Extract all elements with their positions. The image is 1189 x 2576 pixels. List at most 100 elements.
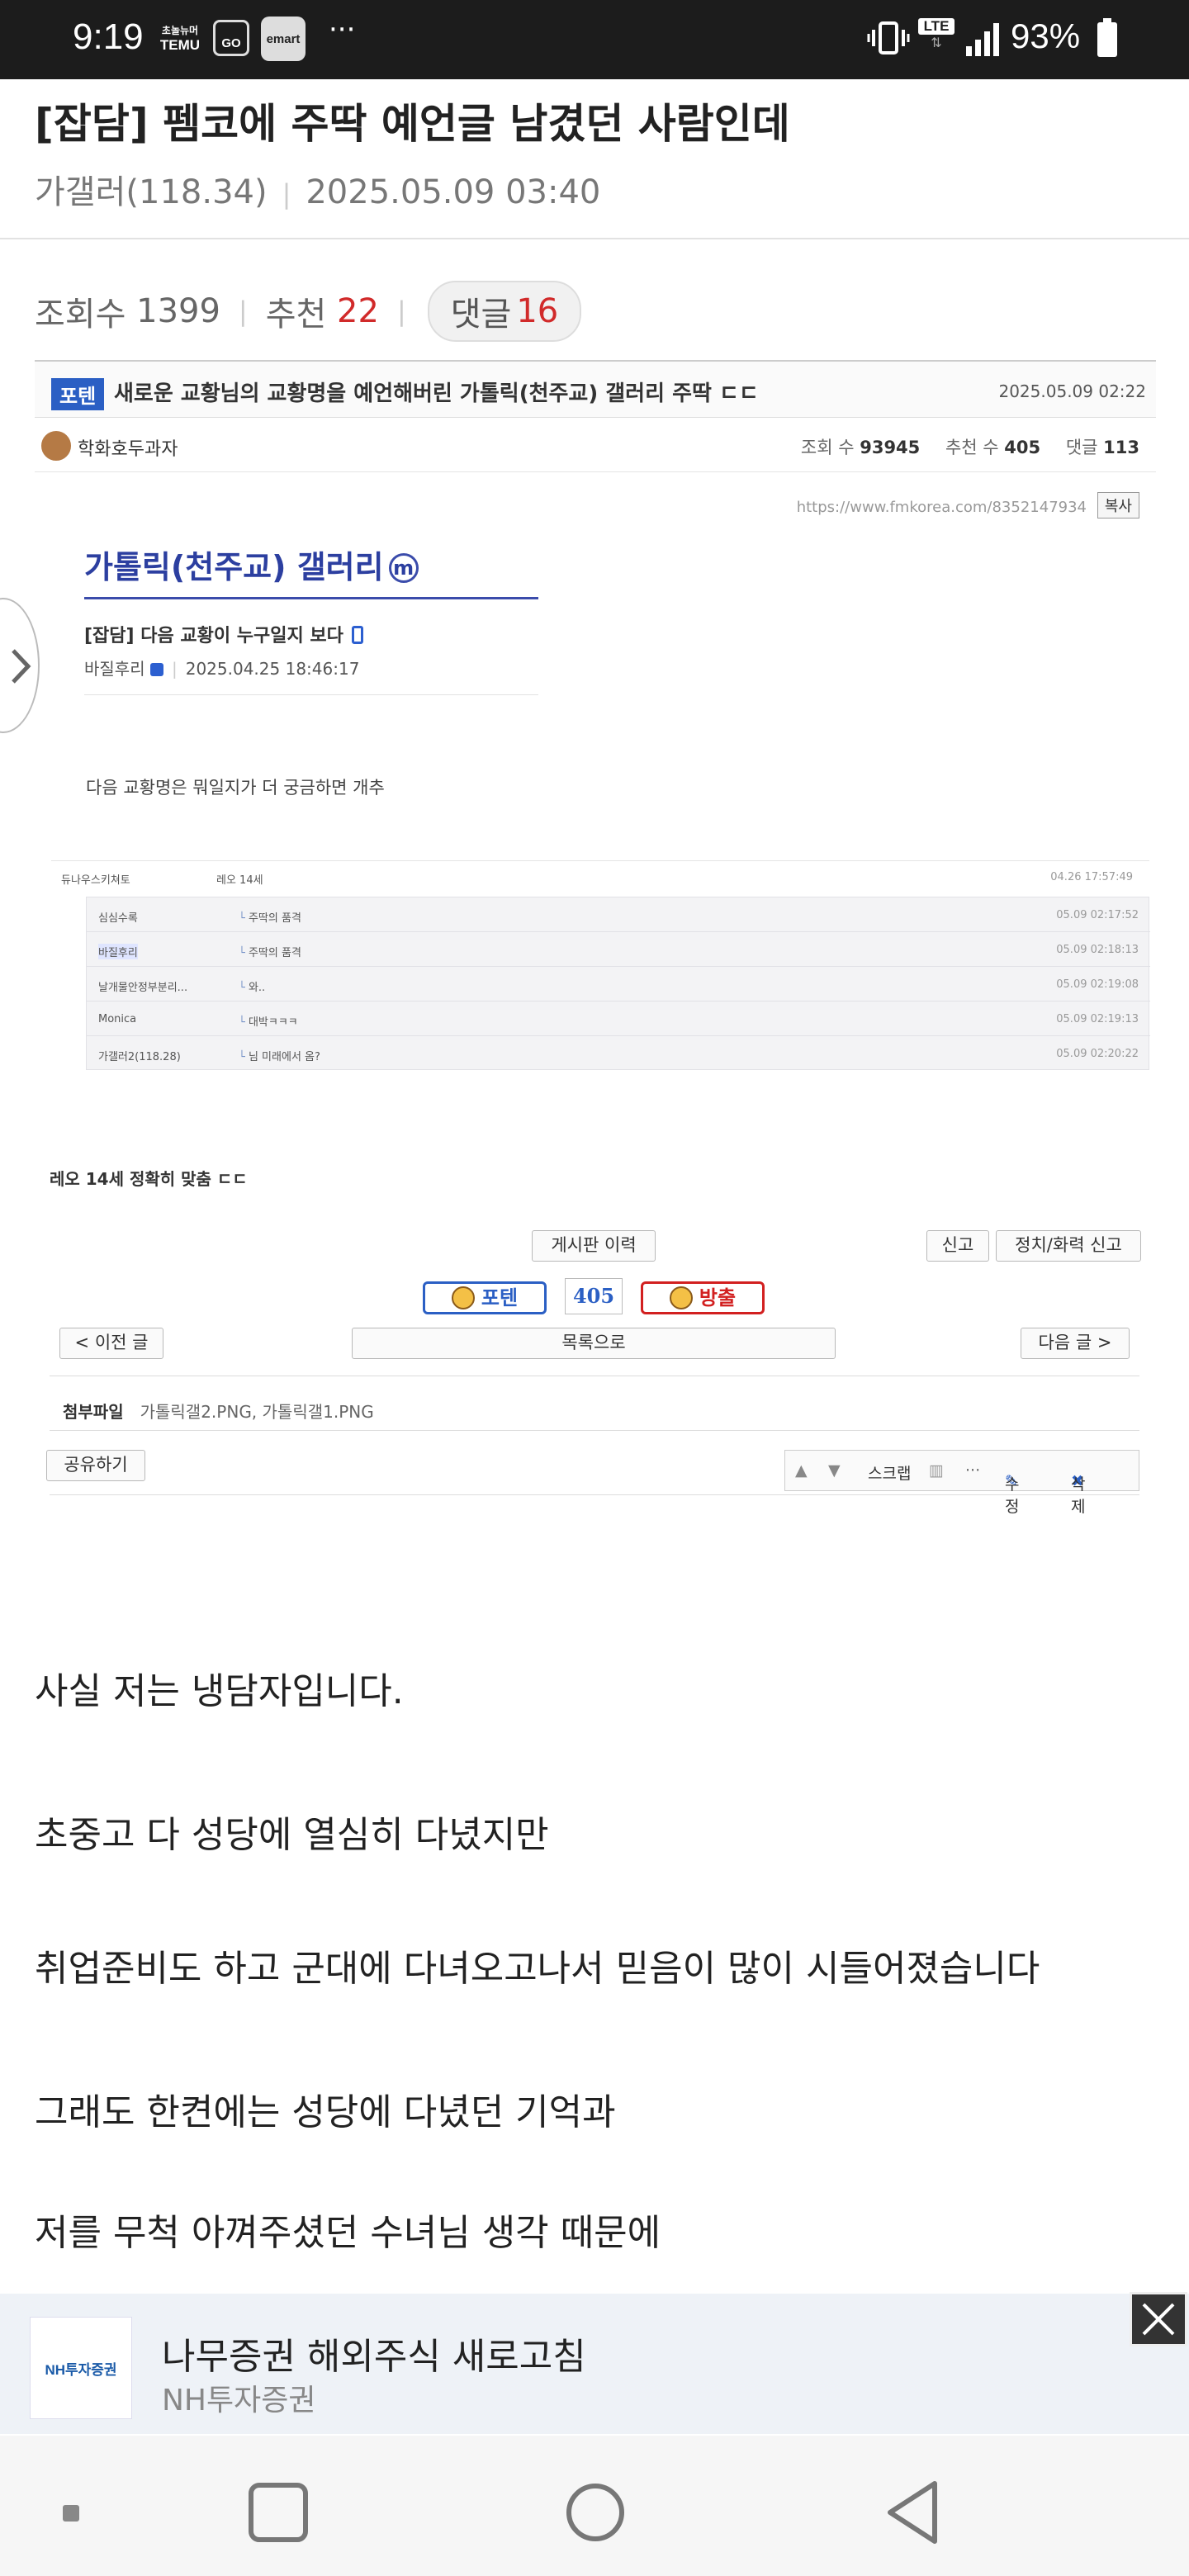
vote-up-label: 포텐 bbox=[481, 1286, 519, 1309]
dc-body: 다음 교황명은 뭐일지가 더 궁금하면 개추 bbox=[86, 778, 385, 798]
dc-post-title-text: [잡담] 다음 교황이 누구일지 보다 bbox=[84, 626, 343, 646]
body-line: 그래도 한켠에는 성당에 다녔던 기억과 bbox=[35, 2091, 616, 2133]
comments-label: 댓글 bbox=[450, 296, 512, 334]
reply-text: 대박ㅋㅋㅋ bbox=[239, 1013, 298, 1029]
fm-stats: 조회 수 93945 추천 수 405 댓글 113 bbox=[801, 434, 1139, 459]
dc-post-title: [잡담] 다음 교황이 누구일지 보다 bbox=[84, 621, 538, 647]
reply-nick: 가갤러2(118.28) bbox=[98, 1051, 181, 1063]
vibrate-icon bbox=[867, 21, 910, 54]
reply-row: 날개물안정부분리... 와.. 05.09 02:19:08 bbox=[87, 967, 1150, 1002]
side-drawer-handle[interactable] bbox=[0, 598, 40, 733]
fm-title-bar: 포텐 새로운 교황님의 교황명을 예언해버린 가톨릭(천주교) 갤러리 주딱 ㄷ… bbox=[35, 360, 1156, 418]
likes-label: 추천 bbox=[265, 296, 327, 334]
post-toolbar: ▲ ▼ 스크랩 ▥ ··· ✎ 수정 ✖ 삭제 bbox=[784, 1450, 1139, 1516]
post-stats: 조회수 1399 | 추천 22 | 댓글 16 bbox=[35, 281, 582, 342]
reply-text: 님 미래에서 옴? bbox=[239, 1048, 320, 1063]
dc-post-meta: 바질후리 | 2025.04.25 18:46:17 bbox=[84, 656, 538, 695]
share-button: 공유하기 bbox=[46, 1450, 145, 1481]
ad-subtitle: NH투자증권 bbox=[162, 2384, 316, 2417]
divider bbox=[50, 1494, 1139, 1495]
ad-close-button[interactable] bbox=[1130, 2292, 1187, 2346]
home-button[interactable] bbox=[565, 2482, 626, 2543]
avatar bbox=[40, 429, 73, 462]
temu-line1: 초놀뉴머 bbox=[161, 25, 199, 36]
chevron-right-icon bbox=[12, 649, 31, 684]
comment-date: 04.26 17:57:49 bbox=[1050, 871, 1133, 883]
recent-dot-icon[interactable] bbox=[61, 2503, 83, 2525]
close-icon bbox=[1142, 2303, 1175, 2336]
vote-count: 405 bbox=[565, 1278, 623, 1314]
political-report-button: 정치/화력 신고 bbox=[996, 1230, 1141, 1262]
attachments: 첨부파일 가톨릭갤2.PNG, 가톨릭갤1.PNG bbox=[63, 1399, 374, 1423]
lte-label: LTE bbox=[918, 18, 955, 35]
post-author[interactable]: 가갤러(118.34) bbox=[35, 173, 268, 211]
report-button: 신고 bbox=[926, 1230, 989, 1262]
board-history-button: 게시판 이력 bbox=[532, 1230, 656, 1262]
reply-text: 주딱의 품격 bbox=[239, 909, 301, 925]
dc-comments: 듀나우스키쳐토 레오 14세 04.26 17:57:49 심심수록 주딱의 품… bbox=[51, 860, 1150, 1070]
body-line: 사실 저는 냉담자입니다. bbox=[35, 1670, 404, 1712]
fm-date: 2025.05.09 02:22 bbox=[998, 381, 1146, 401]
ad-banner[interactable]: NH투자증권 나무증권 해외주식 새로고침 NH투자증권 bbox=[0, 2294, 1189, 2434]
arrow-down-icon: ▼ bbox=[828, 1461, 841, 1480]
go-label: GO bbox=[221, 36, 241, 50]
lte-icon: LTE ⇅ bbox=[918, 18, 955, 59]
reply-row: 심심수록 주딱의 품격 05.09 02:17:52 bbox=[87, 897, 1150, 932]
prev-post-button: < 이전 글 bbox=[59, 1328, 163, 1359]
dc-post-date: 2025.04.25 18:46:17 bbox=[185, 659, 360, 679]
divider bbox=[50, 1430, 1139, 1431]
nh-logo: NH투자증권 bbox=[30, 2317, 132, 2419]
dc-post-header: 가톨릭(천주교) 갤러리 m [잡담] 다음 교황이 누구일지 보다 바질후리 |… bbox=[84, 542, 538, 695]
arrow-up-icon: ▲ bbox=[795, 1461, 808, 1480]
emart-label: emart bbox=[266, 31, 301, 46]
reply-date: 05.09 02:17:52 bbox=[1056, 909, 1139, 921]
fm-views-label: 조회 수 bbox=[800, 438, 855, 457]
face-icon bbox=[451, 1286, 475, 1309]
ad-title[interactable]: 나무증권 해외주식 새로고침 bbox=[162, 2327, 586, 2379]
recents-button[interactable] bbox=[248, 2482, 309, 2543]
vote-up-button: 포텐 bbox=[423, 1281, 547, 1314]
battery-icon bbox=[1097, 18, 1117, 57]
reply-nick: Monica bbox=[98, 1013, 137, 1025]
body-line: 초중고 다 성당에 열심히 다녔지만 bbox=[35, 1814, 549, 1856]
emart-app-icon: emart bbox=[261, 17, 306, 61]
dc-post-author: 바질후리 bbox=[84, 659, 145, 679]
vote-down-button: 방출 bbox=[641, 1281, 765, 1314]
back-button[interactable] bbox=[883, 2479, 943, 2546]
body-line: 취업준비도 하고 군대에 다녀오고나서 믿음이 많이 시들어졌습니다 bbox=[35, 1948, 1040, 1990]
temu-line2: TEMU bbox=[159, 37, 201, 53]
fm-author: 학화호두과자 bbox=[78, 439, 178, 460]
views-label: 조회수 bbox=[35, 296, 126, 334]
reply-date: 05.09 02:20:22 bbox=[1056, 1048, 1139, 1060]
reply-row: Monica 대박ㅋㅋㅋ 05.09 02:19:13 bbox=[87, 1002, 1150, 1036]
temu-notification-icon: 초놀뉴머 TEMU bbox=[157, 23, 203, 53]
divider bbox=[0, 238, 1189, 239]
reply-nick: 심심수록 bbox=[98, 912, 138, 925]
reply-row: 바질후리 주딱의 품격 05.09 02:18:13 bbox=[87, 932, 1150, 967]
fm-title: 새로운 교황님의 교황명을 예언해버린 가톨릭(천주교) 갤러리 주딱 ㄷㄷ bbox=[114, 381, 759, 406]
reply-nick: 날개물안정부분리... bbox=[98, 982, 188, 994]
fm-url: https://www.fmkorea.com/8352147934 bbox=[796, 499, 1087, 516]
status-bar: 9:19 초놀뉴머 TEMU GO emart ··· LTE ⇅ 93% bbox=[0, 0, 1189, 79]
fm-likes: 405 bbox=[1004, 438, 1041, 457]
chart-icon: ▥ bbox=[929, 1461, 944, 1480]
reply-text: 와.. bbox=[239, 978, 265, 994]
dc-gallery-title: 가톨릭(천주교) 갤러리 m bbox=[84, 542, 538, 599]
fm-copy-button: 복사 bbox=[1097, 492, 1139, 519]
signal-icon bbox=[966, 23, 999, 56]
more-icon: ··· bbox=[965, 1461, 981, 1480]
comment-text: 레오 14세 bbox=[216, 874, 263, 887]
minor-gallery-badge: m bbox=[388, 553, 419, 583]
dc-gallery-name: 가톨릭(천주교) 갤러리 bbox=[84, 549, 384, 585]
attach-label: 첨부파일 bbox=[63, 1402, 124, 1422]
comments-button[interactable]: 댓글 16 bbox=[427, 281, 582, 342]
comment-head: 듀나우스키쳐토 레오 14세 04.26 17:57:49 bbox=[51, 860, 1149, 893]
reply-nick: 바질후리 bbox=[98, 944, 138, 959]
post-meta: 가갤러(118.34) | 2025.05.09 03:40 bbox=[35, 173, 601, 211]
post-date: 2025.05.09 03:40 bbox=[306, 173, 601, 211]
reply-row: 가갤러2(118.28) 님 미래에서 옴? 05.09 02:20:22 bbox=[87, 1036, 1150, 1071]
go-app-icon: GO bbox=[213, 20, 249, 56]
status-time: 9:19 bbox=[73, 17, 144, 57]
reply-date: 05.09 02:19:08 bbox=[1056, 978, 1139, 991]
post-title: [잡담] 펨코에 주딱 예언글 남겼던 사람인데 bbox=[35, 100, 790, 148]
